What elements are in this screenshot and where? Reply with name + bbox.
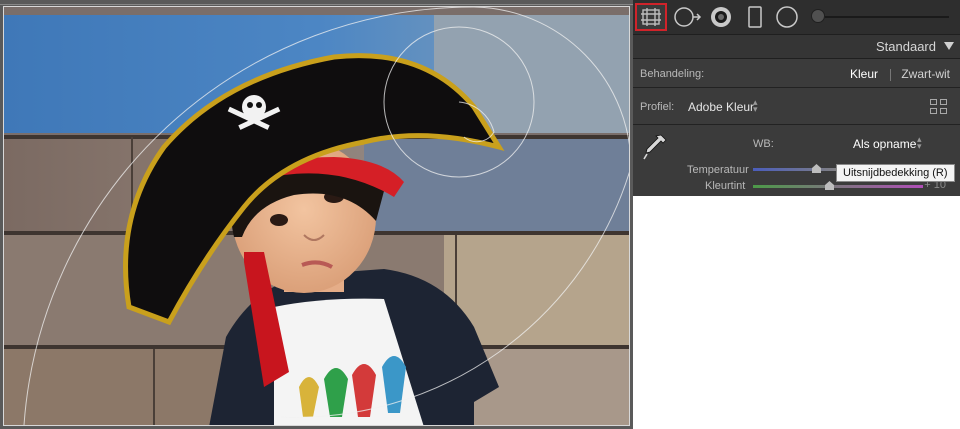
tint-label: Kleurtint	[705, 180, 746, 192]
photo-illustration	[4, 7, 629, 425]
collapse-triangle-icon[interactable]	[944, 42, 954, 50]
profile-updown-icon[interactable]: ▴ ▾	[753, 98, 758, 114]
spot-removal-tool[interactable]	[673, 3, 703, 31]
tint-slider-thumb[interactable]	[825, 181, 834, 190]
spot-removal-icon	[674, 7, 702, 27]
crop-overlay-tool[interactable]	[635, 3, 667, 31]
treatment-bw-option[interactable]: Zwart-wit	[901, 67, 950, 81]
basic-section-header[interactable]: Standaard	[633, 34, 960, 59]
profile-label: Profiel:	[640, 101, 675, 113]
profile-row: Profiel: Adobe Kleur ▴ ▾	[633, 89, 960, 125]
white-balance-row: WB: Als opname ▴ ▾ Temperatuur Kleurtint …	[633, 126, 960, 196]
preset-label: Standaard	[876, 39, 936, 54]
wb-label: WB:	[753, 138, 774, 150]
treatment-row: Behandeling: Kleur Zwart-wit	[633, 60, 960, 88]
red-eye-icon	[711, 7, 731, 27]
treatment-separator	[890, 69, 891, 81]
red-eye-tool[interactable]	[709, 3, 733, 31]
crop-grid-icon	[641, 8, 661, 26]
adjustment-brush-tool[interactable]	[809, 3, 951, 31]
temperature-slider-thumb[interactable]	[812, 164, 821, 173]
adjustment-brush-handle[interactable]	[811, 9, 825, 23]
treatment-color-option[interactable]: Kleur	[850, 67, 878, 81]
radial-filter-tool[interactable]	[775, 3, 799, 31]
crop-overlay-tooltip: Uitsnijdbedekking (R)	[836, 164, 955, 182]
wb-updown-icon[interactable]: ▴ ▾	[917, 135, 922, 151]
canvas-top-border	[0, 4, 633, 5]
radial-filter-icon	[776, 6, 798, 28]
treatment-label: Behandeling:	[640, 68, 705, 80]
adjustment-brush-slider[interactable]	[825, 16, 949, 18]
profile-browser-icon[interactable]	[930, 99, 948, 115]
photo[interactable]	[3, 6, 630, 426]
graduated-filter-icon	[748, 6, 762, 28]
tool-strip	[633, 0, 960, 34]
temperature-label: Temperatuur	[687, 164, 749, 176]
eyedropper-icon[interactable]	[641, 132, 669, 162]
image-canvas[interactable]	[0, 0, 633, 429]
tint-slider[interactable]	[753, 181, 923, 190]
wb-select[interactable]: Als opname	[853, 137, 916, 151]
profile-select[interactable]: Adobe Kleur	[688, 100, 754, 114]
graduated-filter-tool[interactable]	[745, 3, 765, 31]
